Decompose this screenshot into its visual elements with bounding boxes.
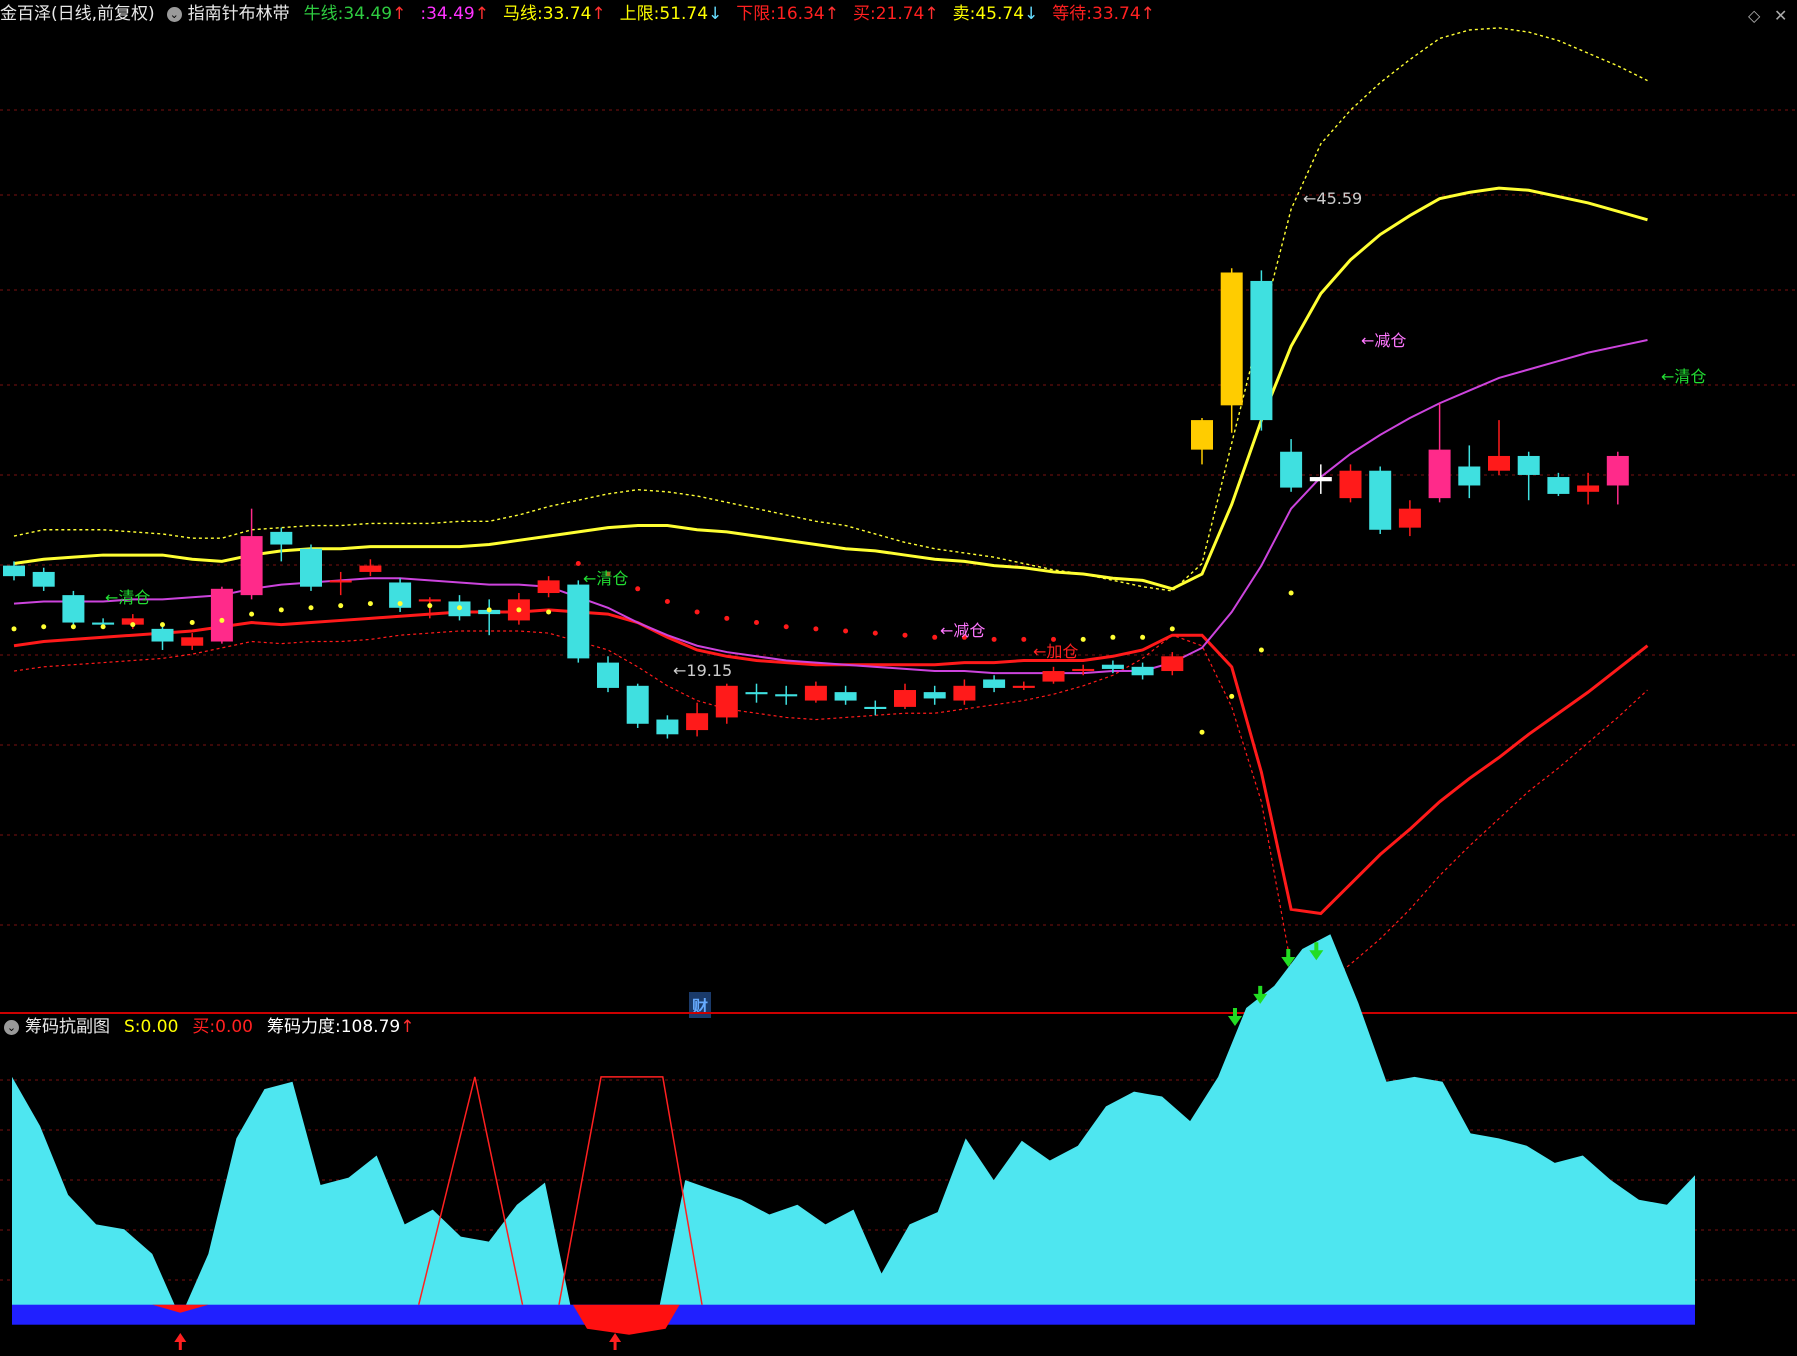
chip-strength-area: [12, 934, 1695, 1323]
red-up-arrow-icon: [174, 1333, 187, 1350]
red-dip-area: [573, 1304, 680, 1335]
red-up-arrow-icon: [609, 1333, 622, 1350]
blue-baseline-band: [12, 1304, 1695, 1325]
green-down-arrow-icon: [1227, 1008, 1242, 1027]
sub-area-chart[interactable]: [0, 0, 1797, 1356]
